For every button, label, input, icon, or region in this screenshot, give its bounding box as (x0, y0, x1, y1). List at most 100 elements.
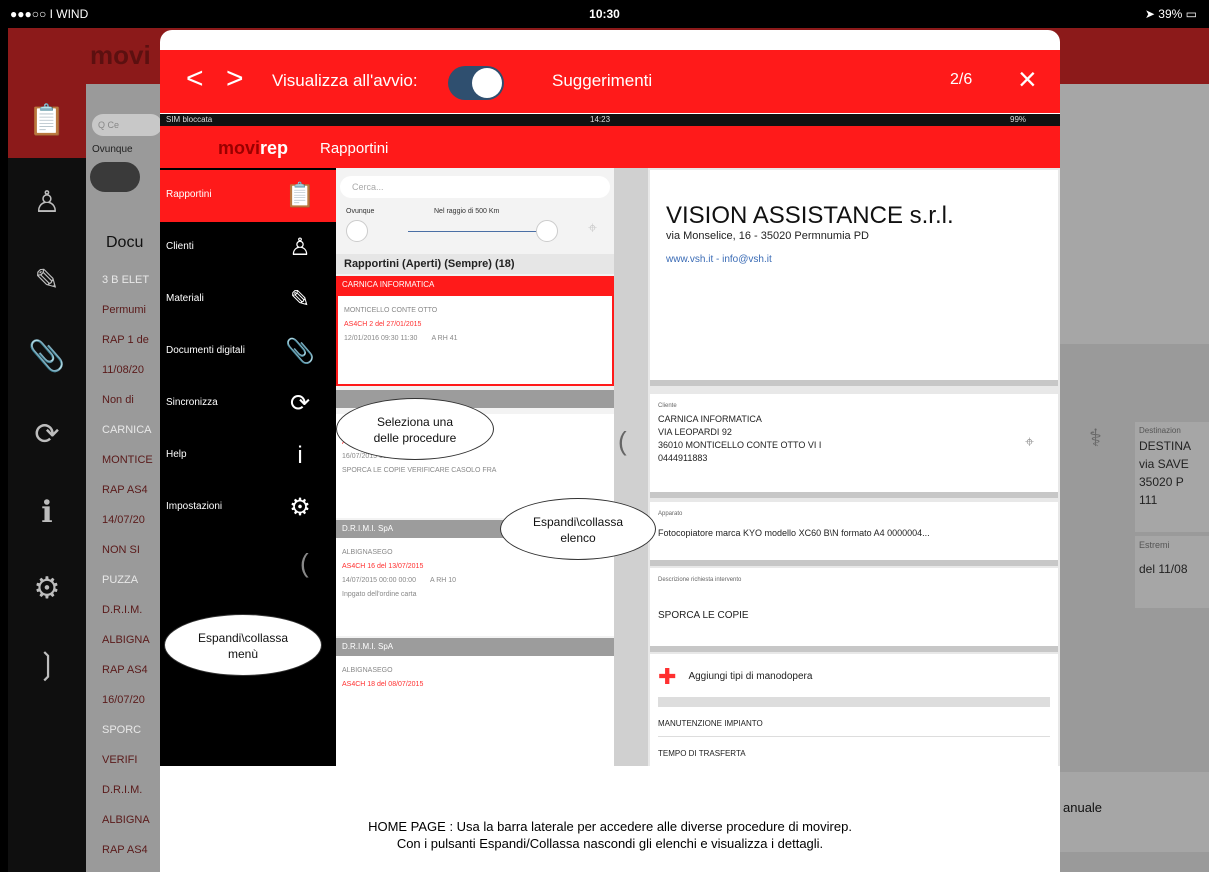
background-list-row: Permumi (102, 304, 147, 316)
show-on-start-toggle[interactable] (448, 66, 504, 100)
background-card (1059, 84, 1209, 344)
menu-item-documenti-digitali[interactable]: Documenti digitali 📎 (160, 326, 336, 378)
list-item-code: AS4CH 16 del 13/07/2015 (342, 563, 424, 570)
background-list-row: RAP AS4 (102, 844, 148, 856)
list-group-header: D.R.I.M.I. SpA (336, 638, 614, 656)
labor-row: TEMPO DI TRASFERTA (658, 737, 1050, 766)
background-list-row: RAP 1 de (102, 334, 149, 346)
screenshot-divider: ( (614, 168, 648, 766)
menu-item-label: Documenti digitali (166, 345, 245, 356)
labor-panel: ✚ Aggiungi tipi di manodopera MANUTENZION… (650, 654, 1058, 766)
background-list-row: Non di (102, 394, 134, 406)
bubble-expand-list: Espandi\collassa elenco (500, 498, 656, 560)
background-right-panel: ⚕ Destinazion DESTINA via SAVE 35020 P 111 … (1059, 84, 1209, 872)
background-list-row: PUZZA (102, 574, 139, 586)
close-button[interactable]: × (1018, 63, 1037, 95)
client-line: VIA LEOPARDI 92 (658, 427, 732, 437)
tips-toolbar: < > Visualizza all'avvio: Suggerimenti 2… (160, 50, 1060, 113)
background-destination: Destinazion DESTINA via SAVE 35020 P 111 (1135, 422, 1209, 532)
dest-lines: DESTINA via SAVE 35020 P 111 (1139, 439, 1205, 507)
gear-icon: ⚙ (289, 494, 311, 521)
list-item-date: 14/07/2015 00:00 00:00 A RH 10 (342, 574, 608, 588)
list-item[interactable]: MONTICELLO CONTE OTTO AS4CH 2 del 27/01/2… (336, 294, 614, 386)
device-caption: Apparato (658, 511, 683, 517)
client-lines: CARNICA INFORMATICA VIA LEOPARDI 92 36010 … (658, 413, 1050, 465)
clock-label: 10:30 (589, 7, 620, 21)
list-item-place: MONTICELLO CONTE OTTO (344, 307, 438, 314)
menu-item-clienti[interactable]: Clienti ♙ (160, 222, 336, 274)
background-logo: movi (90, 40, 151, 70)
screenshot-detail: VISION ASSISTANCE s.r.l. via Monselice, … (648, 168, 1060, 766)
background-list-row: D.R.I.M. (102, 784, 143, 796)
tools-icon: ✎ (289, 286, 311, 313)
screenshot-status-bar: SIM bloccata 14:23 99% (160, 114, 1060, 126)
battery-icon: ▭ (1185, 7, 1197, 21)
expand-handle-icon: ❳ (34, 648, 60, 681)
list-collapse-handle: ( (618, 426, 627, 456)
menu-item-help[interactable]: Help i (160, 430, 336, 482)
description-caption: Descrizione richiesta intervento (658, 577, 742, 583)
dest-line: 35020 P (1139, 475, 1184, 489)
background-list-row: ALBIGNA (102, 634, 150, 646)
background-list-row: 3 B ELET (102, 274, 150, 286)
screenshot-range: Nel raggio di 500 Km (434, 208, 500, 215)
toggle-knob (472, 68, 502, 98)
device-text: Fotocopiatore marca KYO modello XC60 B\N… (658, 528, 930, 538)
list-item-extra: A RH 41 (431, 335, 458, 342)
menu-item-label: Rapportini (166, 189, 212, 200)
show-on-start-label: Visualizza all'avvio: (272, 71, 418, 90)
background-list-row: CARNICA (102, 424, 152, 436)
background-search: Q Ce (92, 114, 161, 136)
list-item-note: SPORCA LE COPIE VERIFICARE CASOLO FRA (342, 467, 497, 474)
background-list-row: VERIFI (102, 754, 138, 766)
screenshot-toggle (346, 220, 368, 242)
labor-row: MANUTENZIONE IMPIANTO (658, 707, 1050, 738)
menu-item-sincronizza[interactable]: Sincronizza ⟳ (160, 378, 336, 430)
paperclip-icon: 📎 (285, 338, 315, 365)
tools-icon: ✎ (34, 264, 60, 297)
background-docu: Docu (106, 234, 144, 251)
info-icon: ℹ (41, 496, 53, 529)
company-address: via Monselice, 16 - 35020 Permnumia PD (666, 230, 869, 242)
dest-line: DESTINA (1139, 439, 1192, 453)
list-item[interactable]: ALBIGNASEGO AS4CH 18 del 08/07/2015 (336, 656, 614, 766)
menu-item-materiali[interactable]: Materiali ✎ (160, 274, 336, 326)
clipboard-icon: 📋 (28, 104, 66, 137)
screenshot-time: 14:23 (590, 115, 611, 124)
paperclip-icon: 📎 (28, 340, 66, 373)
list-item-date (342, 692, 608, 706)
device-status-bar: ●●●○○ I WIND 10:30 ➤ 39% ▭ (0, 0, 1209, 28)
info-icon: i (297, 442, 303, 469)
list-item-place: ALBIGNASEGO (342, 667, 393, 674)
dest-line: via SAVE (1139, 457, 1189, 471)
menu-item-impostazioni[interactable]: Impostazioni ⚙ (160, 482, 336, 534)
menu-item-rapportini[interactable]: Rapportini 📋 (160, 170, 336, 222)
menu-item-label: Materiali (166, 293, 204, 304)
background-list-row: D.R.I.M. (102, 604, 143, 616)
background-list-row: NON SI (102, 544, 140, 556)
screenshot-ovunque: Ovunque (346, 208, 375, 215)
tips-modal: < > Visualizza all'avvio: Suggerimenti 2… (160, 30, 1060, 872)
screenshot-carrier: SIM bloccata (166, 115, 213, 124)
list-item-note: Inpgato dell'ordine carta (342, 591, 417, 598)
person-icon: ♙ (33, 186, 61, 219)
clipboard-icon: 📋 (285, 182, 315, 209)
next-button[interactable]: > (226, 64, 244, 94)
client-caption: Cliente (658, 403, 677, 409)
menu-item-label: Impostazioni (166, 501, 223, 512)
location-icon: ➤ (1144, 7, 1159, 21)
background-list-row: 14/07/20 (102, 514, 145, 526)
screenshot-logo: movirep (218, 138, 288, 159)
logo-rep: rep (260, 138, 289, 158)
add-icon: ✚ (658, 664, 677, 689)
list-item-code: AS4CH 2 del 27/01/2015 (344, 321, 422, 328)
sync-icon: ⟳ (289, 390, 311, 417)
footer-line-1: HOME PAGE : Usa la barra laterale per ac… (368, 819, 852, 834)
screenshot-search: Cerca... (340, 176, 610, 198)
background-estremi: Estremi del 11/08 (1135, 536, 1209, 608)
screenshot-menu: ( Rapportini 📋 Clienti ♙ Materiali ✎ Documenti… (160, 168, 336, 766)
company-panel: VISION ASSISTANCE s.r.l. via Monselice, … (650, 170, 1058, 386)
prev-button[interactable]: < (186, 64, 204, 94)
list-item-date-value: 14/07/2015 00:00 00:00 (342, 577, 416, 584)
location-pin-icon: ⌖ (1024, 434, 1034, 451)
